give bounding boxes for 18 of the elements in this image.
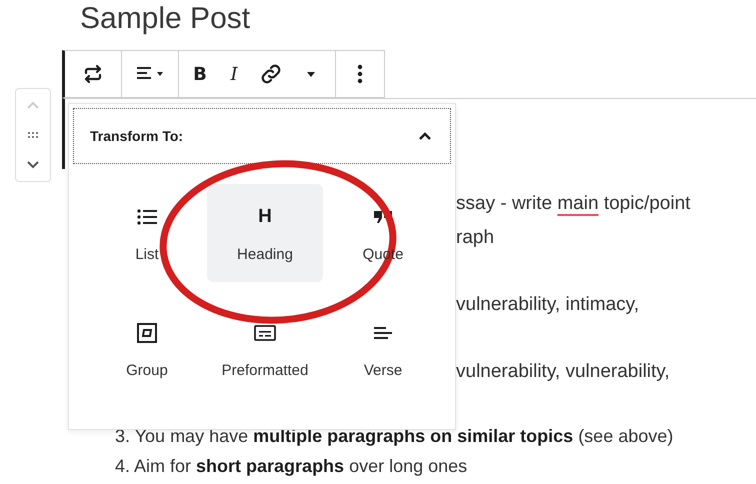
list-item-text: 3. You may have multiple paragraphs on similar topics (see above) — [115, 425, 674, 448]
bold-button[interactable]: B — [183, 54, 217, 94]
drag-dots-icon — [27, 130, 39, 139]
group-icon — [135, 320, 159, 344]
italic-button[interactable]: I — [217, 54, 251, 94]
block-type-option[interactable]: H Heading — [207, 184, 323, 282]
post-title[interactable]: Sample Post — [80, 0, 250, 46]
paragraph-text: vulnerability, vulnerability, — [456, 360, 670, 384]
chevron-up-icon — [26, 100, 40, 110]
list-item-text: 4. Aim for short paragraphs over long ones — [115, 455, 468, 478]
transform-header[interactable]: Transform To: — [73, 108, 451, 164]
paragraph-text: vulnerability, intimacy, — [456, 293, 640, 317]
paragraph-text: raph — [456, 226, 494, 250]
link-icon — [260, 63, 282, 85]
caret-icon — [306, 70, 316, 78]
vertical-dots-icon — [357, 63, 363, 85]
chevron-down-icon — [26, 160, 40, 170]
paragraph-text: ssay - write main topic/point — [456, 192, 690, 216]
